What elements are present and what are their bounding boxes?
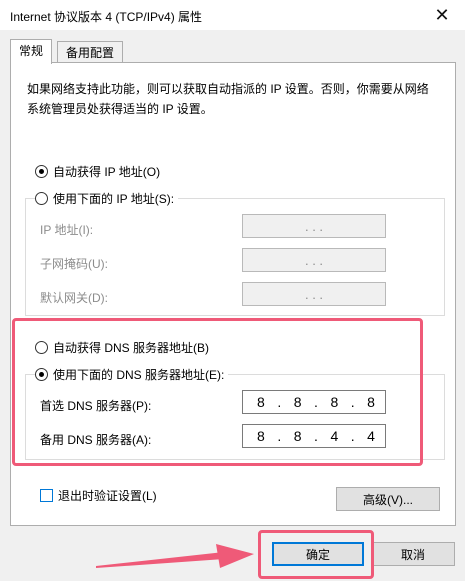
validate-checkbox-row[interactable]: 退出时验证设置(L) [40,487,161,504]
ok-button[interactable]: 确定 [272,542,364,566]
alternate-dns-dot: . [277,428,282,444]
default-gateway-label: 默认网关(D): [40,291,108,305]
tab-general[interactable]: 常规 [10,39,53,64]
advanced-button[interactable]: 高级(V)... [336,487,440,511]
general-panel: 如果网络支持此功能，则可以获取自动指派的 IP 设置。否则，你需要从网络系统管理… [10,62,456,526]
subnet-mask-input[interactable]: . . . [242,248,386,272]
preferred-dns-octet: 8 [330,394,339,410]
alternate-dns-octet: 4 [330,428,339,444]
preferred-dns-octet: 8 [367,394,375,410]
cancel-button[interactable]: 取消 [371,542,455,566]
auto-ip-radio[interactable] [35,165,48,178]
title-bar: Internet 协议版本 4 (TCP/IPv4) 属性 ✕ [0,0,465,31]
alternate-dns-dot: . [314,428,318,444]
subnet-mask-label: 子网掩码(U): [40,257,108,271]
alternate-dns-input[interactable]: 8 . 8 . 4 . 4 [242,424,386,448]
preferred-dns-octet: 8 [257,394,265,410]
default-gateway-input[interactable]: . . . [242,282,386,306]
preferred-dns-octet: 8 [293,394,302,410]
description-text: 如果网络支持此功能，则可以获取自动指派的 IP 设置。否则，你需要从网络系统管理… [27,82,429,116]
preferred-dns-input[interactable]: 8 . 8 . 8 . 8 [242,390,386,414]
alternate-dns-octet: 8 [257,428,265,444]
manual-ip-radio-row[interactable]: 使用下面的 IP 地址(S): [35,190,179,207]
ip-address-input[interactable]: . . . [242,214,386,238]
preferred-dns-dot: . [314,394,318,410]
auto-dns-radio-row[interactable]: 自动获得 DNS 服务器地址(B) [35,339,214,356]
tab-alternate-config[interactable]: 备用配置 [57,41,124,64]
auto-ip-label: 自动获得 IP 地址(O) [53,165,161,179]
auto-ip-radio-row[interactable]: 自动获得 IP 地址(O) [35,163,165,180]
validate-checkbox[interactable] [40,489,53,502]
alternate-dns-octet: 8 [293,428,302,444]
manual-ip-label: 使用下面的 IP 地址(S): [53,192,175,206]
preferred-dns-dot: . [350,394,355,410]
manual-dns-radio-row[interactable]: 使用下面的 DNS 服务器地址(E): [35,366,229,383]
alternate-dns-octet: 4 [367,428,375,444]
validate-label: 退出时验证设置(L) [58,489,157,503]
pointer-arrow-icon [96,544,254,568]
manual-ip-radio[interactable] [35,192,48,205]
window-title: Internet 协议版本 4 (TCP/IPv4) 属性 [10,10,203,24]
close-icon[interactable]: ✕ [419,0,465,30]
preferred-dns-dot: . [277,394,282,410]
preferred-dns-label: 首选 DNS 服务器(P): [40,399,152,413]
manual-dns-label: 使用下面的 DNS 服务器地址(E): [53,368,225,382]
auto-dns-radio[interactable] [35,341,48,354]
manual-dns-radio[interactable] [35,368,48,381]
alternate-dns-label: 备用 DNS 服务器(A): [40,433,152,447]
alternate-dns-dot: . [350,428,355,444]
auto-dns-label: 自动获得 DNS 服务器地址(B) [53,341,210,355]
ip-address-label: IP 地址(I): [40,223,94,237]
